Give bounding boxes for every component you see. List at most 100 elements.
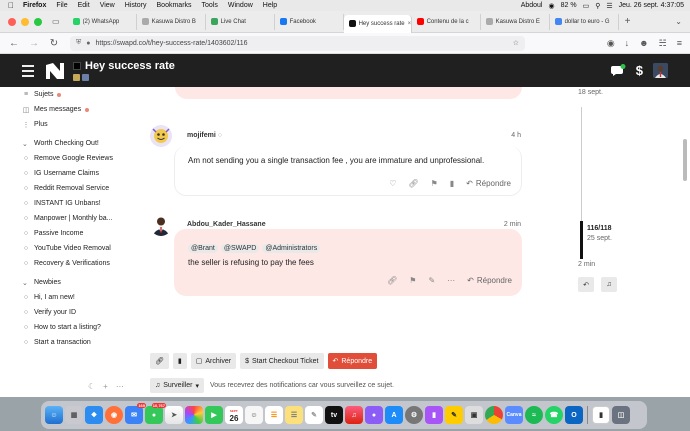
chrome-icon[interactable] — [485, 406, 503, 424]
facetime-icon[interactable]: ▶ — [205, 406, 223, 424]
downloads-icon[interactable]: ↓ — [625, 38, 630, 49]
sidebar-link-section1-2[interactable]: ○ Reddit Removal Service — [22, 181, 137, 196]
timeline-notify-button[interactable]: ♫ — [601, 277, 617, 292]
post-time[interactable]: 2 min — [504, 221, 521, 228]
iphone-mirroring-icon[interactable]: ▮ — [425, 406, 443, 424]
topic-title[interactable]: Hey success rate — [73, 60, 175, 72]
photos-icon[interactable] — [185, 406, 203, 424]
more-icon[interactable]: ⋯ — [447, 276, 455, 285]
sidebar-section-newbies[interactable]: ⌄ Newbies — [22, 275, 137, 290]
back-icon[interactable]: ← — [8, 38, 20, 49]
tab-0[interactable]: (2) WhatsApp — [68, 13, 137, 30]
avatar[interactable] — [150, 125, 172, 147]
sidebar-section-worth-checking[interactable]: ⌄ Worth Checking Out! — [22, 136, 137, 151]
tab-7[interactable]: dollar to euro - G — [550, 13, 619, 30]
sidebar-link-section1-0[interactable]: ○ Remove Google Reviews — [22, 151, 137, 166]
url-bar[interactable]: ⛨ ● https://swapd.co/t/hey-success-rate/… — [70, 35, 525, 51]
battery-icon[interactable]: ▭ — [583, 2, 590, 10]
watch-dropdown[interactable]: ♫ Surveiller ▾ — [150, 378, 204, 393]
sidebar-link-section1-3[interactable]: ○ INSTANT IG Unbans! — [22, 196, 137, 211]
sidebar-link-section1-6[interactable]: ○ YouTube Video Removal — [22, 241, 137, 256]
menu-history[interactable]: History — [125, 2, 147, 9]
swapd-logo[interactable] — [45, 62, 65, 80]
like-icon[interactable]: ♡ — [389, 179, 396, 188]
safari-icon[interactable]: ❖ — [85, 406, 103, 424]
menu-app-name[interactable]: Firefox — [23, 2, 46, 9]
tab-2[interactable]: Live Chat — [206, 13, 275, 30]
outlook-icon[interactable]: O — [565, 406, 583, 424]
menu-view[interactable]: View — [100, 2, 115, 9]
reply-button[interactable]: ↶ Répondre — [467, 276, 512, 285]
control-center-icon[interactable]: ☰ — [606, 2, 612, 10]
zoom-window-button[interactable] — [34, 17, 42, 26]
menu-help[interactable]: Help — [263, 2, 277, 9]
document-icon[interactable]: ▮ — [592, 406, 610, 424]
sidebar-item-messages[interactable]: ◫ Mes messages — [22, 102, 137, 117]
sidebar-link-section2-2[interactable]: ○ How to start a listing? — [22, 320, 137, 335]
link-icon[interactable]: 🔗︎ — [387, 276, 397, 285]
page-scrollbar[interactable] — [683, 139, 687, 181]
sidebar-link-section1-1[interactable]: ○ IG Username Claims — [22, 166, 137, 181]
post-author[interactable]: mojifemi ○ — [187, 132, 222, 139]
menu-file[interactable]: File — [56, 2, 67, 9]
add-icon[interactable]: + — [103, 382, 108, 391]
tab-overview-icon[interactable]: ▭ — [52, 17, 60, 26]
new-tab-icon[interactable]: + — [625, 16, 631, 27]
bookmark-star-icon[interactable]: ☆ — [513, 39, 519, 47]
menu-bookmarks[interactable]: Bookmarks — [157, 2, 192, 9]
whatsapp-icon[interactable]: ☎ — [545, 406, 563, 424]
launchpad-icon[interactable]: ▦ — [65, 406, 83, 424]
pocket-icon[interactable]: ◉ — [607, 38, 615, 49]
clock[interactable]: Jeu. 26 sept. 4:37:05 — [619, 2, 684, 9]
podcasts-icon[interactable]: ● — [365, 406, 383, 424]
sidebar-link-section2-0[interactable]: ○ Hi, I am new! — [22, 290, 137, 305]
bookmark-icon[interactable]: ▮ — [450, 179, 454, 188]
flag-icon[interactable]: ⚑ — [409, 276, 416, 285]
minimize-window-button[interactable] — [21, 17, 29, 26]
sidebar-link-section1-5[interactable]: ○ Passive Income — [22, 226, 137, 241]
tab-1[interactable]: Kasuwa Distro B — [137, 13, 206, 30]
mention-brant[interactable]: @Brant — [188, 244, 218, 253]
mention-administrators[interactable]: @Administrators — [262, 244, 321, 253]
timeline-handle[interactable] — [580, 221, 583, 259]
timeline-end-date[interactable]: 2 min — [578, 261, 595, 268]
chat-icon[interactable] — [610, 64, 626, 77]
trash-icon[interactable]: ◫ — [612, 406, 630, 424]
reply-topic-button[interactable]: ↶ Répondre — [327, 353, 378, 369]
user-avatar[interactable] — [653, 63, 668, 78]
app-store-icon[interactable]: A — [385, 406, 403, 424]
menu-window[interactable]: Window — [228, 2, 253, 9]
pages-icon[interactable]: ✎ — [445, 406, 463, 424]
sidebar-settings-icon[interactable]: ⋯ — [116, 382, 124, 391]
hamburger-menu-icon[interactable] — [22, 64, 34, 77]
extensions-icon[interactable]: ☵ — [659, 38, 667, 49]
timeline-start-date[interactable]: 18 sept. — [578, 89, 603, 96]
post-time[interactable]: 4 h — [511, 132, 521, 139]
firefox-icon[interactable]: ◉ — [105, 406, 123, 424]
sidebar-link-section2-3[interactable]: ○ Start a transaction — [22, 335, 137, 350]
tab-5[interactable]: Contenu de la c — [412, 13, 481, 30]
sidebar-item-plus[interactable]: ⋮ Plus — [22, 117, 137, 132]
app-menu-icon[interactable]: ≡ — [677, 38, 682, 49]
reload-icon[interactable]: ↻ — [48, 38, 60, 49]
archive-button[interactable]: ▢ Archiver — [190, 353, 237, 369]
search-icon[interactable]: ⚲ — [595, 2, 600, 10]
messages-icon[interactable]: ● 10,767 — [145, 403, 166, 424]
mention-swapd[interactable]: @SWAPD — [220, 244, 260, 253]
apple-tv-icon[interactable]: tv — [325, 406, 343, 424]
tab-list-icon[interactable]: ⌄ — [675, 17, 682, 26]
freeform-icon[interactable]: ✎ — [305, 406, 323, 424]
dollar-icon[interactable]: $ — [636, 64, 643, 77]
url-text[interactable]: https://swapd.co/t/hey-success-rate/1403… — [95, 40, 247, 47]
canva-icon[interactable]: Canva — [505, 406, 523, 424]
bookmark-button[interactable]: ▮ — [172, 353, 187, 369]
contacts-icon[interactable]: ☺ — [245, 406, 263, 424]
sidebar-scrollbar[interactable] — [137, 87, 140, 397]
tab-3[interactable]: Facebook — [275, 13, 344, 30]
dark-mode-icon[interactable]: ☾ — [88, 382, 95, 391]
close-window-button[interactable] — [8, 17, 16, 26]
sidebar-link-section1-7[interactable]: ○ Recovery & Verifications — [22, 256, 137, 271]
sidebar-link-section1-4[interactable]: ○ Manpower | Monthly ba... — [22, 211, 137, 226]
calendar-icon[interactable]: SEPT. 26 — [225, 406, 243, 424]
mail-icon[interactable]: ✉ 169 — [125, 403, 146, 424]
